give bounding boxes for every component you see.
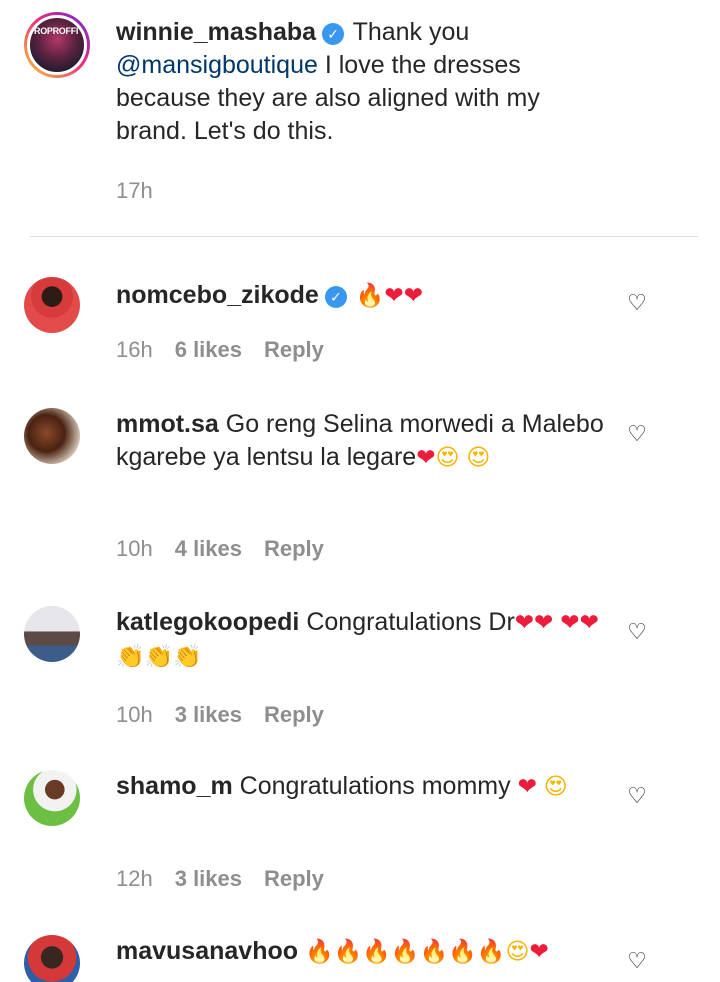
likes-count[interactable]: 3 likes [175,702,242,727]
like-heart-icon[interactable]: ♡ [624,291,650,317]
clapping-hands-emoji: 👏 [144,644,174,670]
heart-emoji: ❤ [534,610,554,636]
heart-emoji: ❤ [416,445,436,471]
username[interactable]: shamo_m [116,772,233,800]
verified-badge-icon: ✓ [324,286,347,308]
comment-meta: 16h 6 likes Reply [116,337,346,363]
timestamp: 10h [116,702,153,727]
divider [30,236,698,237]
comment-text: Congratulations mommy [239,772,511,800]
heart-emoji: ❤ [514,610,535,636]
comment-meta: 10h 3 likes Reply [116,702,346,728]
avatar-logo-text: ROPROFFI [34,26,79,36]
comment-body: mavusanavhoo 🔥🔥🔥🔥🔥🔥🔥😍❤ [116,935,616,969]
timestamp: 17h [116,178,153,203]
avatar-image: ROPROFFI [27,15,87,75]
fire-emoji: 🔥 [362,939,391,965]
clapping-hands-emoji: 👏 [173,644,202,670]
verified-badge-icon: ✓ [322,23,345,45]
comment-body: shamo_m Congratulations mommy ❤ 😍 [116,770,606,804]
heart-eyes-emoji: 😍 [505,939,530,965]
fire-emoji: 🔥 [333,939,363,965]
likes-count[interactable]: 3 likes [175,866,242,891]
avatar[interactable] [24,770,80,826]
avatar[interactable] [24,408,80,464]
heart-emoji: ❤ [384,283,404,309]
heart-emoji: ❤ [403,283,423,309]
avatar[interactable]: ROPROFFI [24,12,90,78]
username[interactable]: winnie_mashaba [116,18,316,46]
fire-emoji: 🔥 [448,939,477,965]
comment-text: Congratulations Dr [306,608,515,636]
username[interactable]: mavusanavhoo [116,937,298,965]
caption-meta: 17h [116,178,175,204]
username[interactable]: mmot.sa [116,410,219,438]
comment-body: katlegokoopedi Congratulations Dr❤❤ ❤❤👏👏… [116,606,606,674]
comment-body: mmot.sa Go reng Selina morwedi a Malebo … [116,408,606,475]
clapping-hands-emoji: 👏 [116,644,145,670]
heart-emoji: ❤ [579,610,599,636]
reply-button[interactable]: Reply [264,702,324,727]
caption-text-before: Thank you [352,18,470,46]
likes-count[interactable]: 4 likes [175,536,242,561]
fire-emoji: 🔥 [476,939,506,965]
heart-eyes-emoji: 😍 [466,445,491,471]
fire-emoji: 🔥 [355,283,385,309]
fire-emoji: 🔥 [419,939,449,965]
reply-button[interactable]: Reply [264,337,324,362]
heart-emoji: ❤ [529,939,549,965]
timestamp: 10h [116,536,153,561]
like-heart-icon[interactable]: ♡ [624,784,650,810]
mention-link[interactable]: @mansigboutique [116,51,318,79]
caption-body: winnie_mashaba ✓ Thank you @mansigboutiqu… [116,16,616,148]
heart-eyes-emoji: 😍 [543,774,568,800]
like-heart-icon[interactable]: ♡ [624,620,650,646]
heart-emoji: ❤ [517,774,537,800]
avatar[interactable] [24,935,80,982]
avatar[interactable] [24,277,80,333]
timestamp: 12h [116,866,153,891]
fire-emoji: 🔥 [390,939,420,965]
fire-emoji: 🔥 [304,939,334,965]
heart-emoji: ❤ [560,610,580,636]
heart-eyes-emoji: 😍 [435,445,460,471]
comment-body: nomcebo_zikode ✓ 🔥❤❤ [116,279,616,313]
reply-button[interactable]: Reply [264,866,324,891]
username[interactable]: katlegokoopedi [116,608,299,636]
likes-count[interactable]: 6 likes [175,337,242,362]
avatar[interactable] [24,606,80,662]
comment-meta: 10h 4 likes Reply [116,536,346,562]
timestamp: 16h [116,337,153,362]
comment-meta: 12h 3 likes Reply [116,866,346,892]
like-heart-icon[interactable]: ♡ [624,949,650,975]
like-heart-icon[interactable]: ♡ [624,422,650,448]
reply-button[interactable]: Reply [264,536,324,561]
username[interactable]: nomcebo_zikode [116,281,319,309]
